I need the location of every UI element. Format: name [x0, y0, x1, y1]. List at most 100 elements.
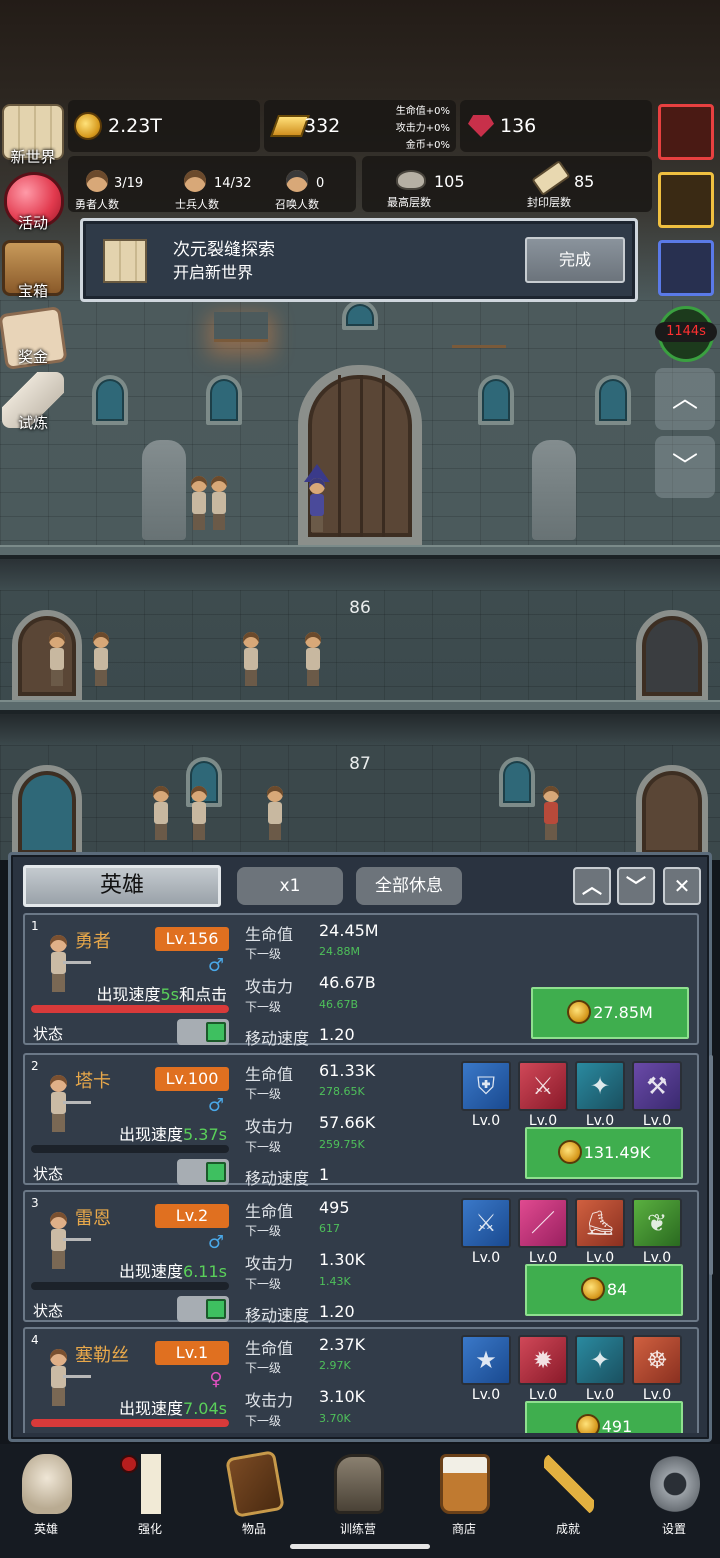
summon-count-label: 召唤人数 [275, 198, 319, 211]
hero-index: 1 [31, 919, 39, 933]
nav-achievements[interactable]: 成就 [528, 1454, 608, 1538]
hero-portrait [45, 1075, 91, 1137]
chest-label[interactable]: 宝箱 [0, 280, 66, 301]
nav-items[interactable]: 物品 [214, 1450, 294, 1538]
chandelier-icon [452, 318, 506, 348]
gold-value: 2.23T [108, 115, 162, 137]
equipment-slot[interactable]: ✦ [575, 1335, 625, 1385]
list-scrollbar[interactable] [709, 1055, 713, 1275]
upgrade-cost: 131.49K [583, 1143, 651, 1162]
spawn-speed-value: 7.04s [183, 1399, 227, 1418]
nav-label: 英雄 [33, 1522, 58, 1536]
nav-shop[interactable]: 商店 [424, 1454, 504, 1538]
spawn-speed: 出现速度7.04s [119, 1395, 227, 1419]
move-speed-value: 1.20 [319, 1302, 355, 1321]
nav-settings[interactable]: 设置 [634, 1454, 714, 1538]
sealed-floor-label: 封印层数 [527, 196, 571, 209]
nav-heroes[interactable]: 英雄 [6, 1454, 86, 1538]
soldier-count: 14/32 [214, 176, 252, 191]
event-label[interactable]: 活动 [0, 212, 66, 233]
upgrade-button[interactable]: 131.49K [525, 1127, 683, 1179]
multiplier-button[interactable]: x1 [237, 867, 343, 905]
skull-icon [22, 1454, 72, 1514]
notification-dot [120, 1455, 138, 1473]
hero-list: 1 勇者 Lv.156 ♂ 出现速度5s和点击 状态 生命值 24.45M 下一级 24.88M 攻… [23, 913, 703, 1433]
bonus-label[interactable]: 奖金 [0, 346, 66, 367]
equipment-slot[interactable]: ⚔ [518, 1061, 568, 1111]
hp-next-label: 下一级 [245, 1087, 282, 1101]
upgrade-button[interactable]: 27.85M [531, 987, 689, 1039]
move-speed-label: 移动速度 [245, 1306, 310, 1325]
window [206, 375, 242, 425]
state-toggle[interactable] [177, 1159, 229, 1185]
window [499, 757, 535, 807]
scroll-down-icon[interactable]: ﹀ [655, 436, 715, 498]
hero-card[interactable]: 1 勇者 Lv.156 ♂ 出现速度5s和点击 状态 生命值 24.45M 下一级 24.88M 攻… [23, 913, 699, 1048]
spawn-speed: 出现速度5.37s [119, 1121, 227, 1145]
hero-hp-bar [31, 1145, 229, 1153]
nav-label: 物品 [241, 1522, 266, 1536]
upgrade-button[interactable]: 491 [525, 1401, 683, 1433]
boost-timer: 1144s [655, 322, 717, 342]
complete-button[interactable]: 完成 [525, 237, 625, 283]
atk-next-value: 259.75K [319, 1138, 365, 1151]
equipment-slot[interactable]: ⚒ [632, 1061, 682, 1111]
hero-sprite [188, 786, 210, 840]
male-icon: ♂ [207, 955, 225, 976]
pumpkin-icon[interactable] [658, 104, 714, 160]
hero-card[interactable]: 4 塞勒丝 Lv.1 ♀ 出现速度7.04s 生命值 2.37K 下一级 2.97K 攻击力 3.1… [23, 1327, 699, 1433]
nav-training[interactable]: 训练营 [318, 1454, 398, 1538]
atk-value: 1.30K [319, 1250, 366, 1269]
equipment-slot[interactable]: ✦ [575, 1061, 625, 1111]
tab-heroes[interactable]: 英雄 [23, 865, 221, 907]
nav-label: 成就 [555, 1522, 580, 1536]
hero-card[interactable]: 2 塔卡 Lv.100 ♂ 出现速度5.37s 状态 生命值 61.33K 下一级 278.65K… [23, 1053, 699, 1188]
scroll-up-icon[interactable]: ︿ [655, 368, 715, 430]
equipment-slot[interactable]: ⚔ [461, 1198, 511, 1248]
side-door [636, 765, 708, 860]
atk-next-value: 46.67B [319, 998, 359, 1011]
treasure-icon[interactable] [658, 240, 714, 296]
chevron-down-icon[interactable]: ﹀ [617, 867, 655, 905]
spawn-speed-label: 出现速度 [119, 1399, 184, 1418]
window [478, 375, 514, 425]
hero-index: 2 [31, 1059, 39, 1073]
state-label: 状态 [33, 1025, 64, 1043]
atk-label: 攻击力 [245, 977, 294, 996]
equipment-slot[interactable]: ／ [518, 1198, 568, 1248]
close-icon[interactable]: ✕ [663, 867, 701, 905]
spawn-speed-value: 6.11s [183, 1262, 227, 1281]
equipment-slot[interactable]: ★ [461, 1335, 511, 1385]
home-indicator[interactable] [290, 1544, 430, 1549]
equipment-slot[interactable]: ☸ [632, 1335, 682, 1385]
upgrade-button[interactable]: 84 [525, 1264, 683, 1316]
equipment-slot[interactable]: ❦ [632, 1198, 682, 1248]
male-icon: ♂ [207, 1095, 225, 1116]
atk-next-label: 下一级 [245, 1414, 282, 1428]
new-world-label[interactable]: 新世界 [0, 146, 66, 167]
quest-title: 次元裂缝探索 [173, 240, 275, 260]
state-toggle[interactable] [177, 1019, 229, 1045]
rest-all-button[interactable]: 全部休息 [356, 867, 462, 905]
chevron-up-icon[interactable]: ︿ [573, 867, 611, 905]
state-label: 状态 [33, 1302, 64, 1320]
hero-hp-bar [31, 1282, 229, 1290]
chandelier-icon [214, 312, 268, 342]
equipment-icon: ／ [531, 1209, 555, 1237]
trial-label[interactable]: 试炼 [0, 412, 66, 433]
equipment-slot[interactable]: ⛸ [575, 1198, 625, 1248]
hero-sprite [302, 632, 324, 686]
candle-icon[interactable] [658, 172, 714, 228]
hero-card[interactable]: 3 雷恩 Lv.2 ♂ 出现速度6.11s 状态 生命值 495 下一级 617 攻击力 1.30K 下… [23, 1190, 699, 1325]
equipment-slot[interactable]: ✹ [518, 1335, 568, 1385]
floor-number: 86 [349, 598, 371, 618]
quest-panel: 次元裂缝探索 开启新世界 完成 [80, 218, 638, 302]
window [595, 375, 631, 425]
state-toggle[interactable] [177, 1296, 229, 1322]
equipment-slot[interactable]: ⛨ [461, 1061, 511, 1111]
summon-count: 0 [316, 176, 325, 191]
window [342, 300, 378, 330]
hp-next-label: 下一级 [245, 1361, 282, 1375]
move-speed-value: 1.20 [319, 1025, 355, 1044]
hp-value: 24.45M [319, 921, 379, 940]
